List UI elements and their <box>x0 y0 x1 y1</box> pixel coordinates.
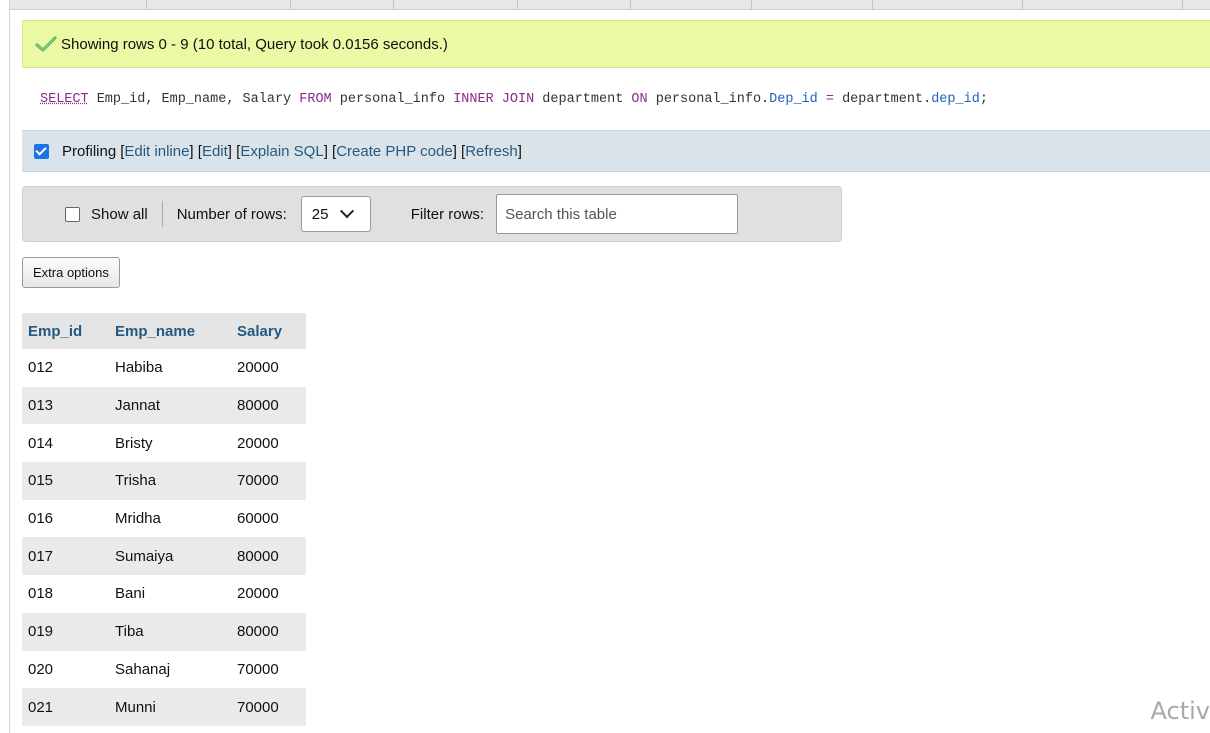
sql-from-keyword: FROM <box>299 91 332 107</box>
rows-per-page-select[interactable]: 25 <box>300 196 371 232</box>
cell-salary: 80000 <box>231 612 306 651</box>
table-row: 017 Sumaiya 80000 <box>22 537 306 576</box>
table-row: 016 Mridha 60000 <box>22 499 306 538</box>
sql-table1: personal_info <box>331 91 454 107</box>
table-header-row: Emp_id Emp_name Salary <box>22 313 306 349</box>
profiling-label: Profiling <box>62 142 117 160</box>
profiling-checkbox[interactable] <box>34 143 49 159</box>
cell-salary: 20000 <box>231 575 306 613</box>
sql-on-keyword: ON <box>631 91 648 107</box>
cell-emp-id: 015 <box>22 462 109 500</box>
show-all-label[interactable]: Show all <box>91 206 148 223</box>
cell-emp-id: 017 <box>22 537 109 576</box>
cell-salary: 20000 <box>231 349 306 387</box>
table-row: 021 Munni 70000 <box>22 688 306 726</box>
table-row: 018 Bani 20000 <box>22 575 306 613</box>
cell-salary: 60000 <box>231 499 306 538</box>
sql-join-keyword: INNER JOIN <box>453 91 535 107</box>
cell-emp-id: 016 <box>22 499 109 538</box>
success-check-icon <box>35 36 57 52</box>
sql-columns: Emp_id, Emp_name, Salary <box>88 91 300 107</box>
sql-table2: department <box>534 91 632 107</box>
navigation-bar: Show all Number of rows: 25 Filter rows: <box>22 186 842 242</box>
column-header-salary[interactable]: Salary <box>231 313 306 349</box>
cell-salary: 80000 <box>231 537 306 576</box>
sql-right-column: dep_id <box>931 91 980 107</box>
left-border <box>0 0 10 733</box>
extra-options-button[interactable]: Extra options <box>22 257 120 288</box>
column-header-emp-id[interactable]: Emp_id <box>22 313 109 349</box>
success-text: Showing rows 0 - 9 (10 total, Query took… <box>61 35 448 53</box>
cell-emp-id: 013 <box>22 386 109 425</box>
cell-emp-name: Trisha <box>109 462 231 500</box>
cell-salary: 20000 <box>231 424 306 463</box>
sql-equals: = <box>817 91 843 107</box>
table-row: 020 Sahanaj 70000 <box>22 650 306 689</box>
results-area: Showing rows 0 - 9 (10 total, Query took… <box>22 20 1210 172</box>
search-input[interactable] <box>496 194 739 234</box>
filter-label: Filter rows: <box>410 205 485 223</box>
activation-watermark: Activ <box>1150 697 1210 725</box>
sql-right-table: department. <box>842 91 932 107</box>
sql-left-column: Dep_id <box>769 91 818 107</box>
cell-emp-id: 012 <box>22 349 109 387</box>
explain-sql-link[interactable]: Explain SQL <box>240 143 323 160</box>
cell-emp-name: Munni <box>109 688 231 726</box>
edit-inline-link[interactable]: Edit inline <box>124 143 189 160</box>
table-row: 019 Tiba 80000 <box>22 612 306 651</box>
cell-emp-name: Sumaiya <box>109 537 231 576</box>
cell-salary: 70000 <box>231 462 306 500</box>
cell-emp-name: Mridha <box>109 499 231 538</box>
cell-emp-name: Jannat <box>109 386 231 425</box>
cell-emp-name: Bristy <box>109 424 231 463</box>
edit-link[interactable]: Edit <box>202 143 228 160</box>
table-row: 014 Bristy 20000 <box>22 424 306 463</box>
cell-emp-id: 018 <box>22 575 109 613</box>
create-php-code-link[interactable]: Create PHP code <box>336 143 452 160</box>
cell-emp-name: Sahanaj <box>109 650 231 689</box>
cell-salary: 80000 <box>231 386 306 425</box>
sql-query: SELECT Emp_id, Emp_name, Salary FROM per… <box>22 68 1210 130</box>
table-row: 012 Habiba 20000 <box>22 349 306 387</box>
divider <box>161 201 163 227</box>
cell-emp-id: 014 <box>22 424 109 463</box>
column-header-emp-name[interactable]: Emp_name <box>109 313 231 349</box>
cell-emp-id: 020 <box>22 650 109 689</box>
results-table: Emp_id Emp_name Salary 012 Habiba 20000 01… <box>22 313 306 726</box>
cell-emp-name: Tiba <box>109 612 231 651</box>
cell-emp-id: 019 <box>22 612 109 651</box>
table-row: 015 Trisha 70000 <box>22 462 306 500</box>
rows-value: 25 <box>311 205 329 223</box>
cell-emp-id: 021 <box>22 688 109 726</box>
sql-end: ; <box>979 91 988 107</box>
cell-emp-name: Bani <box>109 575 231 613</box>
chevron-down-icon <box>340 204 355 219</box>
cell-salary: 70000 <box>231 650 306 689</box>
success-message: Showing rows 0 - 9 (10 total, Query took… <box>22 20 1210 68</box>
rows-label: Number of rows: <box>176 205 287 223</box>
refresh-link[interactable]: Refresh <box>465 143 518 160</box>
sql-left-table: personal_info. <box>647 91 770 107</box>
top-column-strip <box>10 0 1210 10</box>
profiling-bar: Profiling [ Edit inline ] [ Edit ] [ Exp… <box>22 130 1210 172</box>
cell-salary: 70000 <box>231 688 306 726</box>
sql-select-keyword[interactable]: SELECT <box>40 92 89 107</box>
show-all-checkbox[interactable] <box>65 206 80 222</box>
cell-emp-name: Habiba <box>109 349 231 387</box>
table-row: 013 Jannat 80000 <box>22 386 306 425</box>
